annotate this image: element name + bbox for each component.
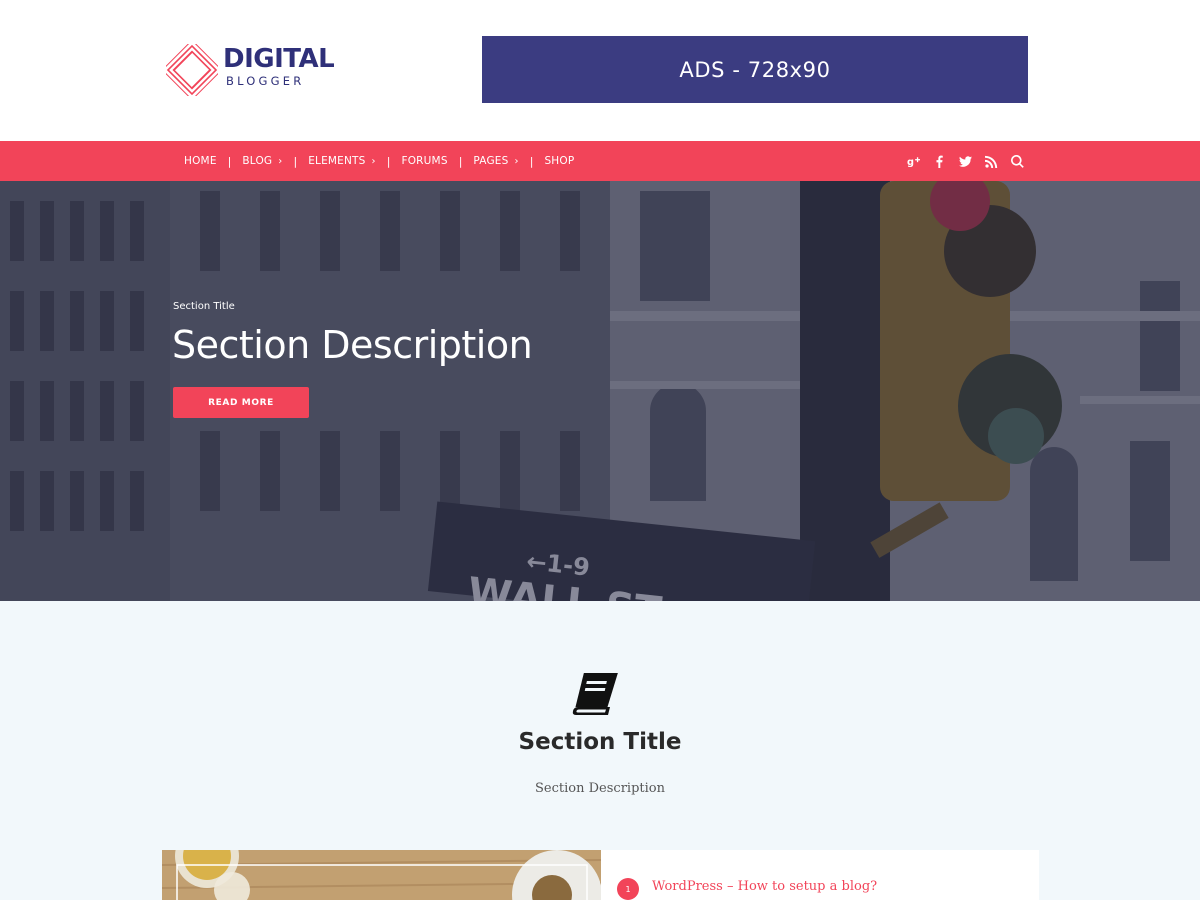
svg-text:g: g xyxy=(907,156,914,167)
nav-separator: | xyxy=(227,154,232,168)
hero-slider: ←1-9 WALL ST Section Title Section Descr… xyxy=(0,181,1200,601)
nav-item-label: SHOP xyxy=(544,155,575,167)
ad-banner-label: ADS - 728x90 xyxy=(679,57,831,82)
nav-item-elements[interactable]: ELEMENTS › xyxy=(308,155,376,167)
nav-separator: | xyxy=(386,154,391,168)
nav-separator: | xyxy=(529,154,534,168)
rss-icon[interactable] xyxy=(984,154,998,168)
hero-kicker: Section Title xyxy=(173,301,235,312)
facebook-icon[interactable] xyxy=(932,154,946,168)
logo-text-secondary: BLOGGER xyxy=(226,74,305,88)
read-more-label: READ MORE xyxy=(208,397,274,408)
site-logo[interactable]: DIGITAL BLOGGER xyxy=(166,42,346,98)
nav-item-label: ELEMENTS xyxy=(308,155,366,167)
nav-item-label: HOME xyxy=(184,155,217,167)
nav-separator: | xyxy=(293,154,298,168)
list-item-title[interactable]: WordPress – How to setup a blog? xyxy=(652,879,877,894)
social-icons: g xyxy=(906,141,1024,181)
nav-item-home[interactable]: HOME xyxy=(184,155,217,167)
site-header: DIGITAL BLOGGER ADS - 728x90 xyxy=(0,0,1200,141)
hero-title: Section Description xyxy=(172,323,533,367)
google-plus-icon[interactable]: g xyxy=(906,154,920,168)
main-navigation: HOME | BLOG › | ELEMENTS › | FORUMS | PA… xyxy=(0,141,1200,181)
list-item-number: 1 xyxy=(617,878,639,900)
features-section: Section Title Section Description 1 Word… xyxy=(0,601,1200,900)
nav-item-label: BLOG xyxy=(242,155,273,167)
search-icon[interactable] xyxy=(1010,154,1024,168)
read-more-button[interactable]: READ MORE xyxy=(173,387,309,418)
popular-posts-list: 1 WordPress – How to setup a blog? xyxy=(601,850,1039,900)
chevron-right-icon: › xyxy=(514,155,519,167)
section-description: Section Description xyxy=(535,781,665,796)
featured-post-image[interactable] xyxy=(162,850,601,900)
logo-diamond-icon xyxy=(166,44,218,96)
nav-item-forums[interactable]: FORUMS xyxy=(401,155,447,167)
chevron-right-icon: › xyxy=(371,155,376,167)
nav-menu: HOME | BLOG › | ELEMENTS › | FORUMS | PA… xyxy=(184,141,574,181)
twitter-icon[interactable] xyxy=(958,154,972,168)
list-item[interactable]: 1 WordPress – How to setup a blog? xyxy=(617,878,877,900)
ad-banner[interactable]: ADS - 728x90 xyxy=(482,36,1028,103)
book-icon xyxy=(572,673,618,715)
nav-item-label: PAGES xyxy=(473,155,509,167)
nav-item-shop[interactable]: SHOP xyxy=(544,155,574,167)
nav-item-label: FORUMS xyxy=(401,155,448,167)
section-title: Section Title xyxy=(518,729,682,755)
nav-item-blog[interactable]: BLOG › xyxy=(242,155,282,167)
nav-separator: | xyxy=(458,154,463,168)
logo-text-primary: DIGITAL xyxy=(223,44,335,74)
nav-item-pages[interactable]: PAGES › xyxy=(473,155,518,167)
chevron-right-icon: › xyxy=(278,155,283,167)
